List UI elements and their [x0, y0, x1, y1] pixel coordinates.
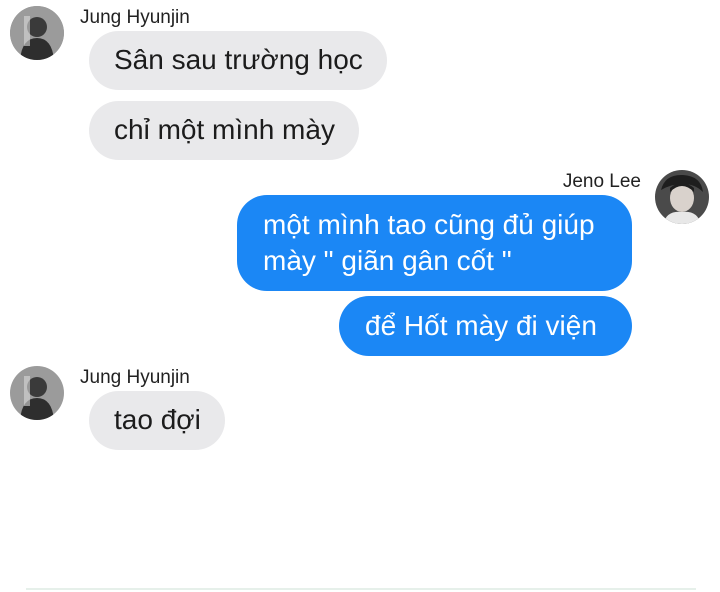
avatar-photo-icon — [655, 170, 709, 224]
avatar-jung-hyunjin[interactable] — [10, 366, 64, 420]
avatar-jung-hyunjin[interactable] — [10, 6, 64, 60]
avatar-jeno-lee[interactable] — [655, 170, 709, 224]
sender-name: Jung Hyunjin — [80, 367, 190, 388]
avatar-photo-icon — [10, 366, 64, 420]
message-line: một mình tao cũng đủ giúp — [263, 209, 595, 240]
message-bubble[interactable]: để Hốt mày đi viện — [339, 296, 632, 356]
message-bubble[interactable]: Sân sau trường học — [89, 31, 387, 90]
message-bubble[interactable]: một mình tao cũng đủ giúp mày " giãn gân… — [237, 195, 632, 291]
message-bubble[interactable]: chỉ một mình mày — [89, 101, 359, 160]
divider — [26, 588, 696, 590]
message-line: mày " giãn gân cốt " — [263, 245, 512, 276]
sender-name: Jeno Lee — [562, 171, 641, 192]
avatar-photo-icon — [10, 6, 64, 60]
message-bubble[interactable]: tao đợi — [89, 391, 225, 450]
sender-name: Jung Hyunjin — [80, 7, 190, 28]
